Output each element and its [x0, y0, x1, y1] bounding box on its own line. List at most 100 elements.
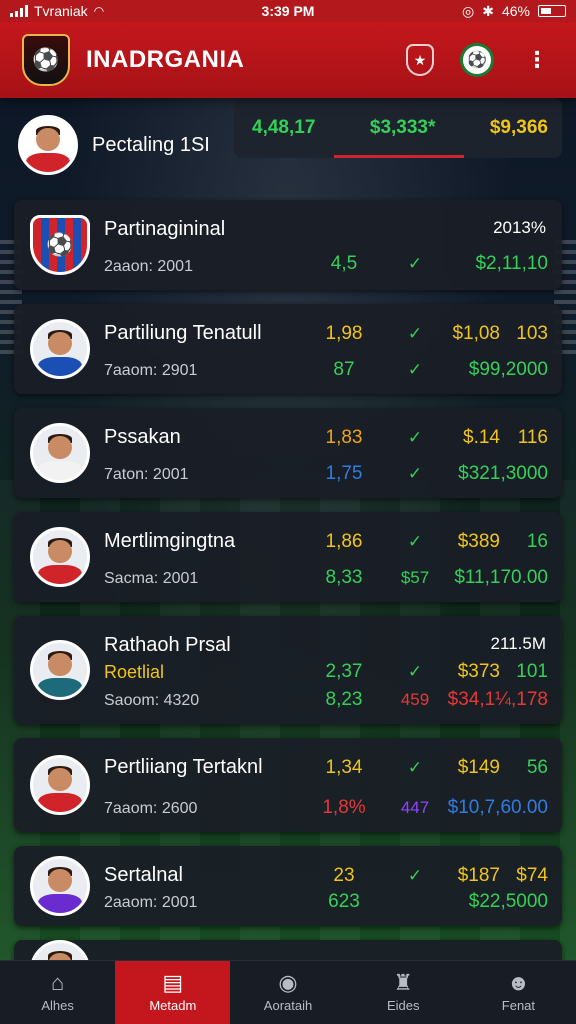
- player-card[interactable]: Sertalnal 2aaom: 2001 23 ✓ $187 $74 623 $22,500…: [14, 846, 562, 926]
- amount-value: $1,08: [452, 323, 500, 344]
- check-icon: ✓: [407, 662, 423, 681]
- amount-value: $99,2000: [468, 359, 548, 380]
- amount-value: $.14: [463, 427, 500, 448]
- bottom-navigation: ⌂ Alhes ▤ Metadm ◉ Aorataih ♜ Eides ☻ Fenat: [0, 960, 576, 1024]
- amount-value: $10,7,60.00: [447, 797, 548, 818]
- player-name: Partiliung Tenatull: [104, 322, 262, 344]
- odds-row[interactable]: 623 $22,5000: [314, 890, 548, 914]
- odds-row[interactable]: 23 ✓ $187 $74: [314, 864, 548, 888]
- check-icon: ✓: [407, 360, 423, 379]
- club-crest-icon: ⚽: [30, 215, 90, 275]
- amount-value: $22,5000: [468, 891, 548, 912]
- wifi-icon: ◠: [93, 4, 105, 18]
- trophy-icon: ♜: [393, 970, 414, 995]
- odds-value: 23: [333, 865, 355, 886]
- player-avatar: [30, 527, 90, 587]
- player-card[interactable]: Rathaoh Prsal Roetlial Saoom: 4320 211.5M 2,…: [14, 616, 562, 724]
- player-season: Sacma: 2001: [104, 570, 199, 587]
- nav-trophy[interactable]: ♜ Eides: [346, 961, 461, 1024]
- player-value: 211.5M: [490, 634, 546, 653]
- extra-value: 101: [516, 661, 548, 682]
- check-icon: ✓: [407, 254, 423, 273]
- odds-row[interactable]: 8,33 $57 $11,170.00: [314, 566, 549, 590]
- amount-value: $187: [457, 865, 500, 886]
- nav-label: Eides: [386, 998, 420, 1013]
- odds-value: 4,5: [330, 253, 358, 274]
- extra-value: 116: [517, 427, 548, 448]
- player-card[interactable]: Partiliung Tenatull 7aaom: 2901 1,98 ✓ $1,08…: [14, 304, 562, 394]
- nav-label: Fenat: [501, 998, 536, 1013]
- check-icon: ✓: [407, 532, 423, 551]
- odds-value: 1,8%: [322, 797, 366, 818]
- football-icon[interactable]: ⚽: [460, 43, 494, 77]
- odds-value: 8,23: [325, 689, 363, 710]
- nav-label: Metadm: [149, 998, 197, 1013]
- profile-summary: Pectaling 1SI 4,48,17 $3,333* $9,366: [18, 98, 562, 182]
- profile-avatar[interactable]: [18, 115, 78, 175]
- odds-row[interactable]: 87 ✓ $99,2000: [314, 358, 548, 382]
- player-avatar: [30, 755, 90, 815]
- profile-stat-2: $3,333*: [369, 117, 436, 138]
- check-icon: ✓: [407, 866, 423, 885]
- battery-percent: 46%: [501, 3, 530, 19]
- odds-row[interactable]: 1,83 ✓ $.14 116: [314, 426, 549, 450]
- alarm-icon: ◎: [462, 2, 475, 19]
- odds-row[interactable]: 1,8% 447 $10,7,60.00: [314, 796, 548, 820]
- amount-value: $389: [457, 531, 500, 552]
- nav-home[interactable]: ⌂ Alhes: [0, 961, 115, 1024]
- amount-value: $321,3000: [458, 463, 548, 484]
- player-card[interactable]: ⚽ Partinagininal 2aaon: 2001 2013% 4,5 ✓ $2,11…: [14, 200, 562, 290]
- amount-value: $11,170.00: [454, 567, 548, 588]
- odds-value: 1,86: [325, 531, 363, 552]
- app-title: INADRGANIA: [86, 46, 245, 73]
- player-value: 2013%: [493, 218, 546, 237]
- webcam-icon: ◉: [278, 970, 298, 995]
- extra-value: 103: [516, 323, 548, 344]
- player-card[interactable]: Pertliiang Tertaknl 7aaom: 2600 1,34 ✓ $149 5…: [14, 738, 562, 832]
- check-icon: ✓: [407, 428, 423, 447]
- player-season: 7aaom: 2901: [104, 362, 198, 379]
- player-season: 7aton: 2001: [104, 466, 189, 483]
- check-icon: ✓: [407, 758, 423, 777]
- nav-market[interactable]: ▤ Metadm: [115, 961, 231, 1024]
- extra-value: 16: [526, 531, 548, 552]
- amount-value: $2,11,10: [475, 253, 548, 274]
- odds-row[interactable]: 1,75 ✓ $321,3000: [314, 462, 549, 486]
- change-value: $57: [400, 568, 430, 587]
- bluetooth-icon: ✱: [482, 2, 494, 19]
- amount-value: $373: [457, 661, 500, 682]
- odds-row[interactable]: 2,37 ✓ $373 101: [314, 660, 549, 684]
- player-season: Saoom: 4320: [104, 692, 200, 709]
- player-name: Sertalnal: [104, 864, 183, 886]
- player-card[interactable]: Mertlimgingtna Sacma: 2001 1,86 ✓ $389 16 8,33…: [14, 512, 562, 602]
- profile-stat-3: $9,366: [489, 117, 548, 138]
- app-header: ⚽ INADRGANIA ★ ⚽ ⋮: [0, 22, 576, 98]
- odds-value: 1,75: [325, 463, 363, 484]
- nav-label: Aorataih: [263, 998, 313, 1013]
- odds-row[interactable]: 1,98 ✓ $1,08 103: [314, 322, 549, 346]
- shield-icon[interactable]: ★: [406, 44, 434, 76]
- amount-value: $149: [457, 757, 500, 778]
- odds-row[interactable]: 1,86 ✓ $389 16: [314, 530, 549, 554]
- odds-value: 87: [333, 359, 355, 380]
- menu-dots-icon[interactable]: ⋮: [520, 43, 554, 77]
- status-bar: Tvraniak ◠ 3:39 PM ◎ ✱ 46%: [0, 0, 576, 22]
- profile-name: Pectaling 1SI: [92, 133, 210, 156]
- player-name: Partinagininal: [104, 218, 226, 240]
- odds-row[interactable]: 4,5 ✓ $2,11,10: [314, 252, 548, 276]
- nav-webcam[interactable]: ◉ Aorataih: [230, 961, 345, 1024]
- change-value: 459: [400, 690, 430, 709]
- nav-profile[interactable]: ☻ Fenat: [461, 961, 576, 1024]
- amount-value: $34,1¼,178: [447, 689, 548, 710]
- player-avatar: [30, 856, 90, 916]
- odds-row[interactable]: 1,34 ✓ $149 56: [314, 756, 549, 780]
- player-card[interactable]: Pssakan 7aton: 2001 1,83 ✓ $.14 116 1,75 ✓ $321,…: [14, 408, 562, 498]
- odds-value: 1,98: [325, 323, 363, 344]
- odds-row[interactable]: 8,23 459 $34,1¼,178: [314, 688, 549, 712]
- extra-value: 56: [526, 757, 548, 778]
- odds-value: 2,37: [325, 661, 363, 682]
- team-crest-icon[interactable]: ⚽: [22, 34, 70, 86]
- carrier-label: Tvraniak: [34, 3, 88, 19]
- player-avatar: [30, 423, 90, 483]
- home-icon: ⌂: [50, 970, 65, 995]
